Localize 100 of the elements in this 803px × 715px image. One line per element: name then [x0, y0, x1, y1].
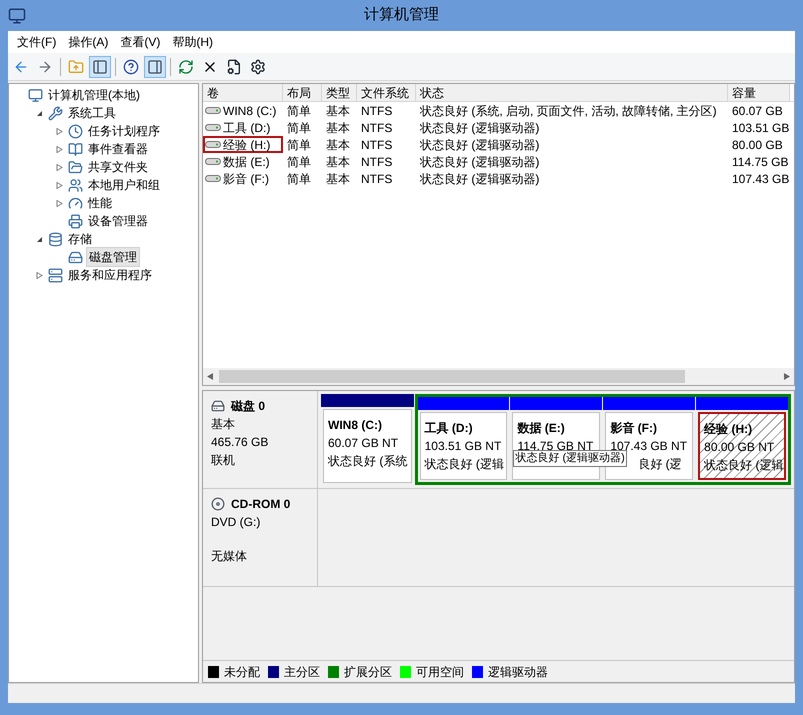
disk-info: 基本 — [211, 416, 236, 433]
panel-icon — [92, 58, 108, 74]
scrollbar-thumb[interactable] — [219, 370, 685, 383]
disk-name: 磁盘 0 — [231, 398, 266, 415]
table-cell-text: 简单 — [286, 102, 312, 120]
back-icon — [13, 58, 29, 74]
collapsed-arrow-icon[interactable] — [56, 182, 62, 188]
volume-cell[interactable]: 经验 (H:) — [203, 136, 283, 153]
legend-label: 逻辑驱动器 — [488, 664, 548, 680]
help-icon — [123, 58, 139, 74]
clock-icon — [68, 124, 83, 138]
tree-item[interactable]: 磁盘管理 — [86, 247, 140, 267]
volume-cell[interactable]: 数据 (E:) — [203, 153, 283, 170]
tree-item[interactable]: 服务和应用程序 — [66, 266, 154, 284]
table-cell-text: 基本 — [325, 102, 351, 120]
legend-label: 主分区 — [284, 664, 320, 680]
computer-icon — [28, 88, 43, 102]
column-header[interactable]: 状态 — [416, 84, 728, 101]
tree-item[interactable]: 计算机管理(本地) — [46, 86, 142, 104]
tooltip: 状态良好 (逻辑驱动器) — [513, 450, 627, 467]
partition-status: 状态良好 (逻辑 — [704, 457, 784, 474]
horizontal-scrollbar[interactable] — [203, 368, 794, 385]
scroll-left-icon[interactable] — [207, 373, 213, 380]
menu-item[interactable]: 操作(A) — [63, 33, 114, 51]
volume-cell[interactable]: 工具 (D:) — [203, 119, 283, 136]
table-cell-text: 简单 — [286, 170, 312, 188]
gauge-icon — [68, 196, 83, 210]
tree-item[interactable]: 任务计划程序 — [86, 122, 162, 140]
server-icon — [48, 268, 63, 282]
forward-icon — [37, 58, 53, 74]
table-cell-text: 80.00 GB — [731, 136, 784, 154]
panel-button[interactable] — [89, 56, 111, 78]
tree-item[interactable]: 存储 — [66, 230, 94, 248]
volume-cell[interactable]: WIN8 (C:) — [203, 102, 283, 119]
column-header[interactable]: 容量 — [728, 84, 790, 101]
table-cell-text: 简单 — [286, 120, 312, 136]
disc-icon — [211, 497, 225, 511]
properties-icon — [226, 58, 242, 74]
collapsed-arrow-icon[interactable] — [56, 146, 62, 152]
table-cell-text: 60.07 GB — [731, 102, 784, 120]
settings-icon — [250, 58, 266, 74]
menu-item[interactable]: 文件(F) — [12, 33, 62, 51]
collapsed-arrow-icon[interactable] — [36, 272, 42, 278]
table-cell-text: 状态良好 (逻辑驱动器) — [419, 120, 540, 136]
collapsed-arrow-icon[interactable] — [56, 164, 62, 170]
table-cell-text: NTFS — [360, 102, 394, 120]
tree-item[interactable]: 系统工具 — [66, 104, 118, 122]
table-cell-text: 影音 (F:) — [223, 170, 269, 188]
collapsed-arrow-icon[interactable] — [56, 200, 62, 206]
table-cell-text: NTFS — [360, 120, 394, 136]
table-cell-text: 107.43 GB — [731, 170, 790, 188]
scroll-right-icon[interactable] — [784, 373, 790, 380]
partition-block[interactable]: 经验 (H:) 80.00 GB NT 状态良好 (逻辑 — [698, 412, 786, 480]
users-icon — [68, 178, 83, 192]
table-cell-text: 数据 (E:) — [223, 154, 270, 170]
tree-item[interactable]: 本地用户和组 — [86, 176, 162, 194]
refresh-icon — [178, 58, 194, 74]
table-cell-text: 状态良好 (系统, 启动, 页面文件, 活动, 故障转储, 主分区) — [419, 102, 718, 120]
app-icon — [8, 6, 26, 24]
menu-item[interactable]: 帮助(H) — [167, 33, 218, 51]
table-cell-text: 经验 (H:) — [223, 136, 270, 154]
expanded-arrow-icon[interactable] — [36, 110, 42, 116]
table-cell-text: 103.51 GB — [731, 120, 790, 136]
partition-name: 影音 (F:) — [610, 420, 658, 437]
table-cell-text: NTFS — [360, 136, 394, 154]
tree-item[interactable]: 共享文件夹 — [86, 158, 150, 176]
partition-block[interactable]: 工具 (D:) 103.51 GB NT 状态良好 (逻辑 — [420, 412, 508, 480]
partition-size: 107.43 GB NT — [610, 438, 688, 453]
table-cell-text: 基本 — [325, 154, 351, 170]
partition-name: WIN8 (C:) — [328, 417, 383, 434]
table-cell-text: 114.75 GB — [731, 154, 790, 170]
column-header[interactable]: 文件系统 — [357, 84, 416, 101]
panel-icon — [147, 58, 163, 74]
disk-name: CD-ROM 0 — [231, 496, 290, 513]
column-header[interactable]: 卷 — [203, 84, 283, 101]
folder-icon — [68, 160, 83, 174]
partition-size: 60.07 GB NT — [328, 435, 400, 452]
expanded-arrow-icon[interactable] — [36, 236, 42, 242]
volume-cell[interactable]: 影音 (F:) — [203, 170, 283, 187]
column-header[interactable]: 布局 — [283, 84, 322, 101]
collapsed-arrow-icon[interactable] — [56, 128, 62, 134]
drive-icon — [205, 175, 221, 182]
column-header[interactable]: 类型 — [322, 84, 357, 101]
partition-block[interactable]: WIN8 (C:) 60.07 GB NT 状态良好 (系统 — [323, 409, 412, 483]
tree-item[interactable]: 性能 — [86, 194, 114, 212]
menu-item[interactable]: 查看(V) — [115, 33, 166, 51]
folder-up-icon — [68, 58, 84, 74]
table-cell-text: 工具 (D:) — [223, 120, 270, 136]
table-cell-text: 状态良好 (逻辑驱动器) — [419, 170, 540, 188]
tree-item[interactable]: 设备管理器 — [86, 212, 150, 230]
partition-size: 103.51 GB NT — [424, 438, 502, 455]
tree-item[interactable]: 事件查看器 — [86, 140, 150, 158]
table-cell-text: 基本 — [325, 136, 351, 154]
window-title: 计算机管理 — [364, 5, 439, 26]
legend-label: 未分配 — [224, 664, 260, 680]
table-cell-text: 基本 — [325, 120, 351, 136]
panel-button[interactable] — [144, 56, 166, 78]
table-cell-text: NTFS — [360, 154, 394, 170]
wrench-icon — [48, 106, 63, 120]
table-cell-text: 状态良好 (逻辑驱动器) — [419, 154, 540, 170]
